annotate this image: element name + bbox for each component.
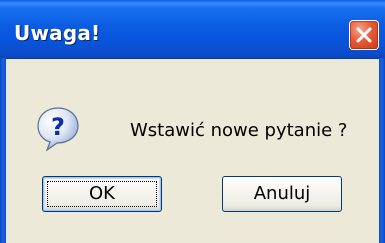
window-border-right [379,58,385,243]
dialog-window: Uwaga! ? Wstawić nowe pytanie ? OK Anulu… [0,0,385,243]
ok-button[interactable]: OK [42,176,162,212]
ok-button-label: OK [89,183,115,204]
svg-text:?: ? [51,113,65,141]
window-border-left [0,58,6,243]
cancel-button-label: Anuluj [253,183,311,204]
dialog-title: Uwaga! [14,21,101,45]
close-button[interactable] [349,20,379,50]
title-bar[interactable]: Uwaga! [0,0,385,59]
question-icon: ? [37,107,79,152]
cancel-button[interactable]: Anuluj [222,176,342,212]
dialog-message: Wstawić nowe pytanie ? [130,120,348,141]
close-icon [356,27,372,43]
